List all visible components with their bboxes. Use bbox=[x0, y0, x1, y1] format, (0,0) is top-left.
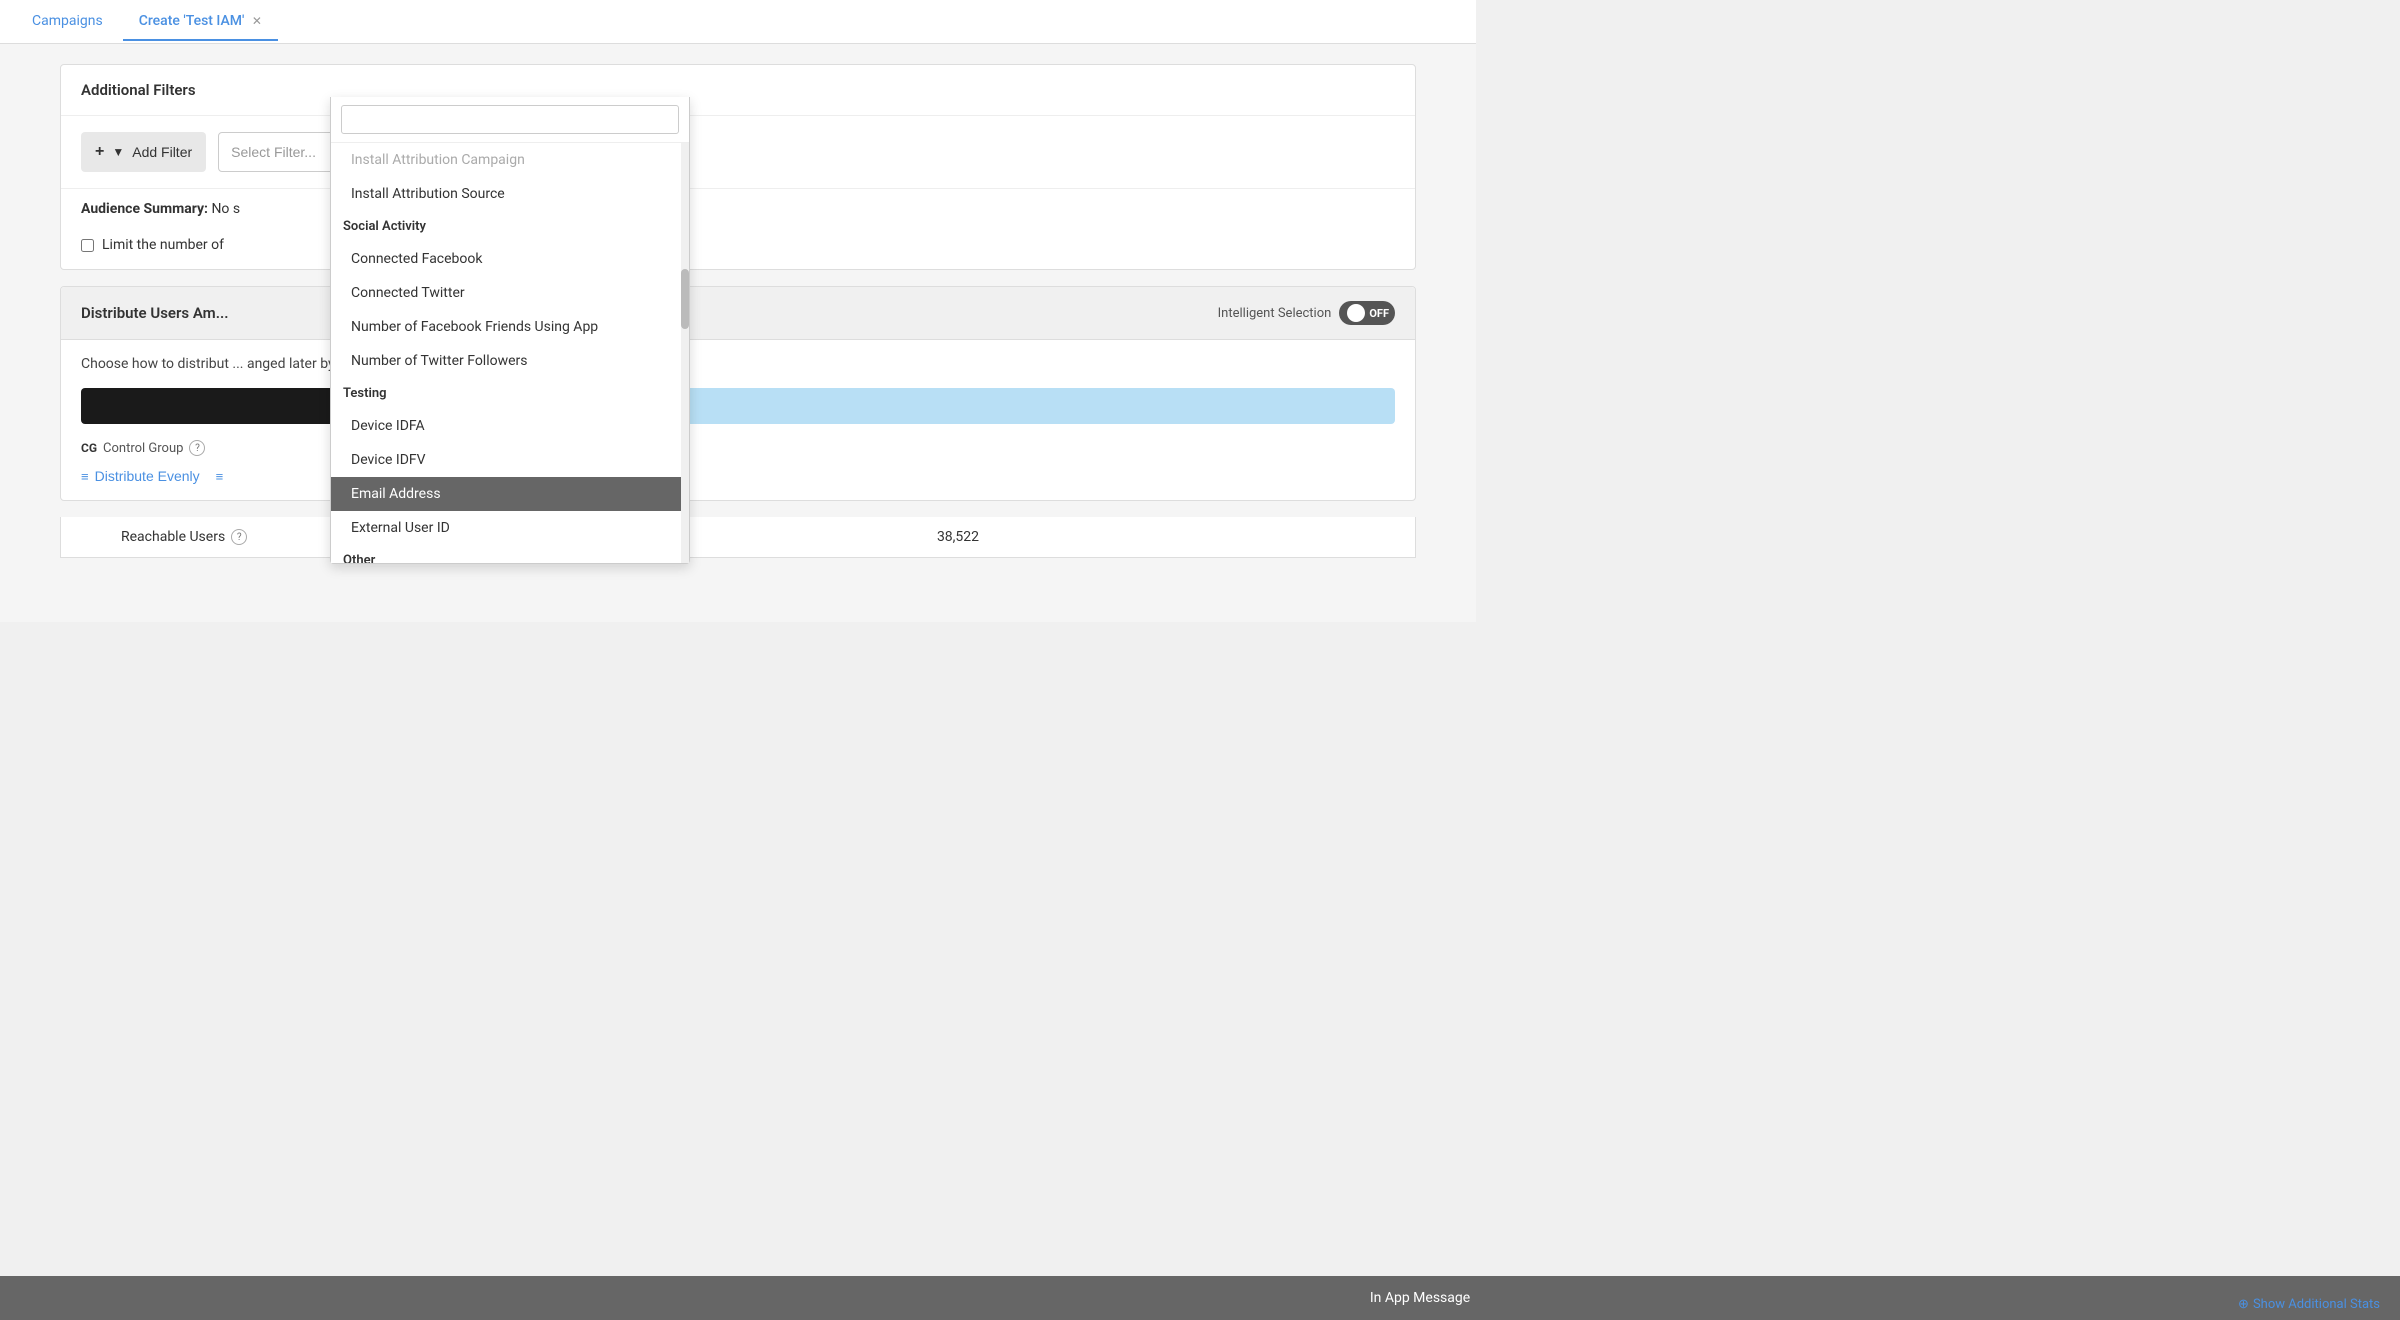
distribute-users-card: Distribute Users Am... Intelligent Selec… bbox=[60, 286, 1416, 501]
filter-icon: ▼ bbox=[112, 145, 124, 159]
dropdown-group-social-activity: Social Activity bbox=[331, 211, 689, 242]
dropdown-search-input[interactable] bbox=[341, 105, 679, 134]
intelligent-selection-toggle[interactable]: OFF bbox=[1339, 301, 1395, 325]
toggle-knob bbox=[1347, 304, 1365, 322]
intelligent-selection-container: Intelligent Selection OFF bbox=[1218, 301, 1395, 325]
reachable-row: Reachable Users ? 38,522 bbox=[60, 517, 1416, 558]
control-group-label: CG Control Group ? bbox=[81, 440, 205, 456]
dropdown-scrollbar-track bbox=[681, 143, 689, 563]
dropdown-search-wrapper bbox=[331, 97, 689, 143]
filter-row: + ▼ Add Filter Select Filter... ▲ bbox=[61, 116, 1415, 188]
variant-bar bbox=[81, 388, 1395, 424]
distribute-description: Choose how to distribut ... anged later … bbox=[81, 356, 1395, 372]
add-filter-button[interactable]: + ▼ Add Filter bbox=[81, 132, 206, 172]
reachable-info-icon[interactable]: ? bbox=[231, 529, 247, 545]
dropdown-item-twitter-followers[interactable]: Number of Twitter Followers bbox=[331, 344, 689, 378]
dropdown-scrollbar-thumb[interactable] bbox=[681, 269, 689, 329]
dropdown-item-install-attribution-source[interactable]: Install Attribution Source bbox=[331, 177, 689, 211]
dropdown-item-email-address[interactable]: Email Address bbox=[331, 477, 689, 511]
dropdown-item-install-attribution-campaign[interactable]: Install Attribution Campaign bbox=[331, 143, 689, 177]
distribute-body: Choose how to distribut ... anged later … bbox=[61, 340, 1415, 500]
distribute-header: Distribute Users Am... Intelligent Selec… bbox=[61, 287, 1415, 340]
dropdown-group-testing: Testing bbox=[331, 378, 689, 409]
distribute-evenly-icon: ≡ bbox=[81, 469, 89, 484]
distribute-evenly-button-2[interactable]: ≡ bbox=[216, 469, 224, 484]
distribute-evenly-row: ≡ Distribute Evenly ≡ bbox=[81, 468, 1395, 484]
in-app-message-label: In App Message bbox=[440, 1290, 2400, 1306]
control-group-info-icon[interactable]: ? bbox=[189, 440, 205, 456]
distribute-evenly-button[interactable]: ≡ Distribute Evenly bbox=[81, 468, 200, 484]
additional-filters-header: Additional Filters bbox=[61, 65, 1415, 116]
show-additional-stats-button[interactable]: ⊕ Show Additional Stats bbox=[2238, 1297, 2380, 1312]
variant-bar-wrapper bbox=[81, 388, 1395, 424]
plus-icon: + bbox=[95, 143, 104, 161]
tab-close-icon[interactable]: ✕ bbox=[252, 14, 262, 28]
dropdown-item-external-user-id[interactable]: External User ID bbox=[331, 511, 689, 545]
stats-bar: In App Message bbox=[0, 1276, 2400, 1320]
dropdown-item-device-idfv[interactable]: Device IDFV bbox=[331, 443, 689, 477]
tab-bar: Campaigns Create 'Test IAM' ✕ bbox=[0, 0, 1476, 44]
variant-row: CG Control Group ? bbox=[81, 440, 1395, 456]
dropdown-item-connected-twitter[interactable]: Connected Twitter bbox=[331, 276, 689, 310]
dropdown-list: Install Attribution Campaign Install Att… bbox=[331, 143, 689, 563]
stats-section: In App Message Reachable Users ? 38,522 bbox=[60, 517, 1416, 558]
control-group-bar-segment bbox=[81, 388, 344, 424]
plus-circle-icon: ⊕ bbox=[2238, 1297, 2249, 1312]
additional-filters-card: Additional Filters + ▼ Add Filter Select… bbox=[60, 64, 1416, 270]
distribute-title: Distribute Users Am... bbox=[81, 304, 229, 322]
limit-row: Limit the number of bbox=[61, 229, 1415, 269]
distribute-evenly-icon-2: ≡ bbox=[216, 469, 224, 484]
dropdown-group-other: Other bbox=[331, 545, 689, 563]
dropdown-item-facebook-friends[interactable]: Number of Facebook Friends Using App bbox=[331, 310, 689, 344]
dropdown-item-device-idfa[interactable]: Device IDFA bbox=[331, 409, 689, 443]
audience-summary-row: Audience Summary: No s bbox=[61, 188, 1415, 229]
dropdown-item-connected-facebook[interactable]: Connected Facebook bbox=[331, 242, 689, 276]
tab-campaigns[interactable]: Campaigns bbox=[16, 3, 119, 41]
main-content: Additional Filters + ▼ Add Filter Select… bbox=[0, 44, 1476, 622]
tab-create-test-iam[interactable]: Create 'Test IAM' ✕ bbox=[123, 3, 278, 41]
limit-checkbox[interactable] bbox=[81, 239, 94, 252]
filter-dropdown-overlay: Install Attribution Campaign Install Att… bbox=[330, 97, 690, 564]
